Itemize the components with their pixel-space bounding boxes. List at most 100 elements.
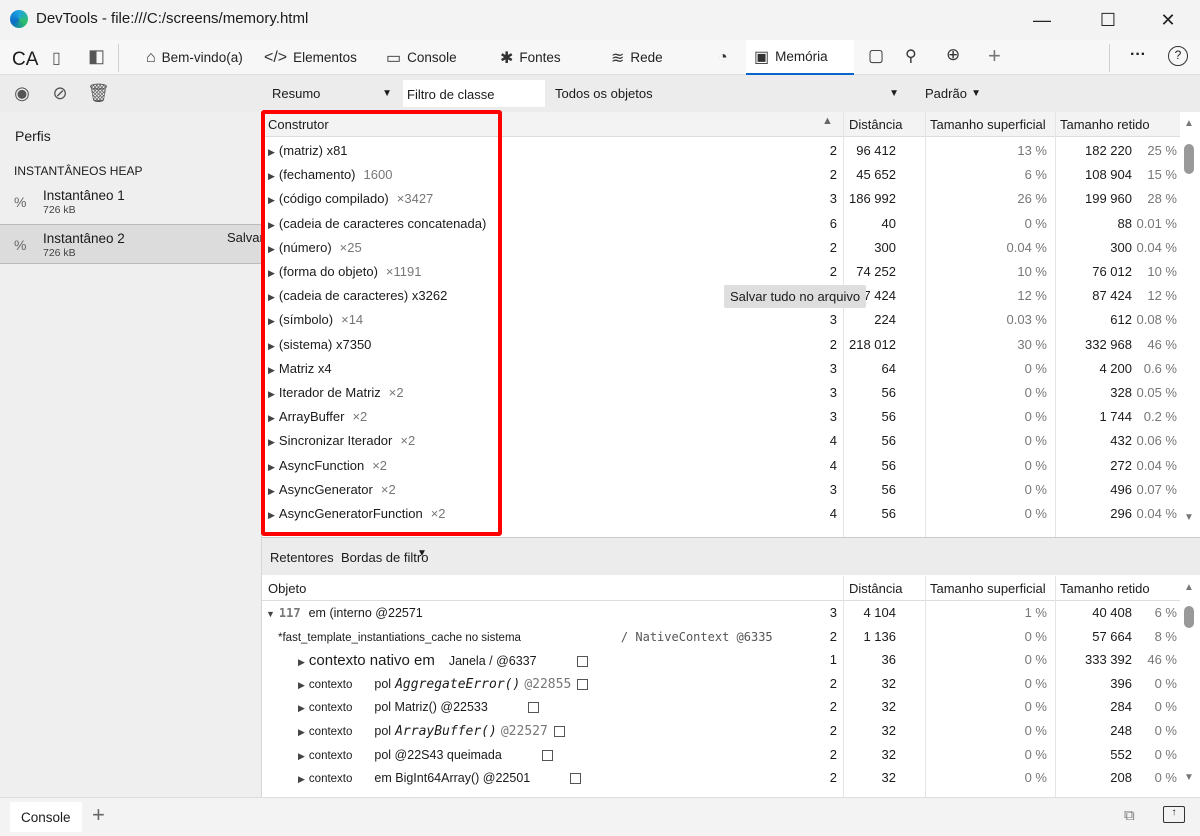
retainer-row[interactable]: *fast_template_instantiations_cache no s… xyxy=(262,625,1180,649)
header-retained-size[interactable]: Tamanho retido xyxy=(1060,117,1150,132)
device-emulation-icon[interactable]: ▯ xyxy=(52,48,61,68)
add-tab-button[interactable]: + xyxy=(988,43,1001,69)
shallow-percent-cell: 0 % xyxy=(1024,770,1047,786)
retainer-text: *fast_template_instantiations_cache no s… xyxy=(278,631,521,644)
add-drawer-tab-button[interactable]: + xyxy=(92,802,105,828)
retained-percent-cell: 0.01 % xyxy=(1136,215,1177,231)
scrollbar[interactable]: ▲ ▼ xyxy=(1180,112,1200,537)
dock-side-icon[interactable]: ◧ xyxy=(88,46,105,67)
tab-bem-vindo(a)[interactable]: ⌂ Bem-vindo(a) xyxy=(138,40,248,75)
retained-percent-cell: 0 % xyxy=(1154,675,1177,691)
tab-console[interactable]: ▭ Console xyxy=(378,40,478,75)
tab-retainers[interactable]: Retentores xyxy=(270,550,334,565)
expand-arrow-icon[interactable]: ▶ xyxy=(298,703,305,713)
grouping-select[interactable]: Padrão ▼ xyxy=(917,80,989,107)
retained-percent-cell: 0 % xyxy=(1154,746,1177,762)
edge-logo-icon xyxy=(10,10,28,28)
shallow-percent-cell: 0 % xyxy=(1024,675,1047,691)
filter-edges-select[interactable]: Bordas de filtro xyxy=(341,550,428,565)
shallow-size-cell: 32 xyxy=(881,746,896,762)
retainer-row[interactable]: ▶ contexto nativo em Janela / @6337 1 36 0 % 3… xyxy=(262,648,1180,672)
scroll-up-icon[interactable]: ▲ xyxy=(1184,118,1194,129)
application-icon[interactable]: ▢ xyxy=(868,46,884,66)
plug-icon[interactable]: ⚲ xyxy=(905,46,917,66)
scroll-thumb[interactable] xyxy=(1184,606,1194,628)
class-filter-input[interactable]: Filtro de classe xyxy=(403,80,545,107)
tab-memória[interactable]: ▣ Memória xyxy=(746,40,854,75)
snapshot-item-selected[interactable]: % Instantâneo 2 726 kB Salvar xyxy=(0,224,264,264)
tab-fontes[interactable]: ✱ Fontes xyxy=(492,40,582,75)
distance-cell: 3 xyxy=(829,409,837,425)
snapshot-file-icon: % xyxy=(14,237,27,253)
save-snapshot-button[interactable]: Salvar xyxy=(227,230,264,245)
scroll-thumb[interactable] xyxy=(1184,144,1194,174)
close-button[interactable]: ✕ xyxy=(1156,8,1180,32)
save-all-to-file-button[interactable]: Salvar tudo no arquivo xyxy=(724,285,867,308)
header-distance[interactable]: Distância xyxy=(849,117,902,132)
view-select[interactable]: Resumo ▼ xyxy=(264,80,400,107)
shallow-percent-cell: 0 % xyxy=(1024,409,1047,425)
reveal-checkbox[interactable] xyxy=(553,726,565,738)
header-retained-size[interactable]: Tamanho retido xyxy=(1060,581,1150,596)
shallow-size-cell: 1 136 xyxy=(863,628,896,644)
retained-size-cell: 1 744 xyxy=(1099,409,1132,425)
tab-performance[interactable]: ◔ xyxy=(710,40,740,75)
reveal-checkbox[interactable] xyxy=(527,702,539,714)
trash-icon[interactable]: 🗑 xyxy=(87,83,110,103)
retainer-row[interactable]: ▶ contexto em BigInt64Array() @22501 2 32 0 %… xyxy=(262,766,1180,790)
shallow-size-cell: 186 992 xyxy=(849,191,896,207)
tab-elementos[interactable]: </> Elementos xyxy=(256,40,357,75)
expand-arrow-icon[interactable]: ▶ xyxy=(298,657,305,667)
header-shallow-size[interactable]: Tamanho superficial xyxy=(930,581,1046,596)
chevron-down-icon: ▼ xyxy=(417,548,427,559)
scroll-down-icon[interactable]: ▼ xyxy=(1184,772,1194,783)
retained-size-cell: 108 904 xyxy=(1085,167,1132,183)
distance-cell: 4 xyxy=(829,506,837,521)
reveal-checkbox[interactable] xyxy=(576,656,588,668)
retained-size-cell: 332 968 xyxy=(1085,336,1132,352)
distance-cell: 3 xyxy=(829,360,837,376)
shallow-size-cell: 56 xyxy=(881,433,896,449)
objects-select[interactable]: Todos os objetos ▼ xyxy=(547,80,907,107)
grouping-select-value: Padrão xyxy=(925,86,967,101)
header-object[interactable]: Objeto xyxy=(268,581,306,596)
header-distance[interactable]: Distância xyxy=(849,581,902,596)
clear-icon[interactable]: ⊘ xyxy=(50,83,70,103)
retainer-row[interactable]: ▶ contexto pol AggregateError() @22855 2 32 0 %… xyxy=(262,672,1180,696)
expand-arrow-icon[interactable]: ▶ xyxy=(298,680,305,690)
retainer-row[interactable]: ▼ 117 em (interno @22571 3 4 104 1 % 40 408 6 % xyxy=(262,601,1180,625)
header-shallow-size[interactable]: Tamanho superficial xyxy=(930,117,1046,132)
reveal-checkbox[interactable] xyxy=(570,773,582,785)
expand-arrow-icon[interactable]: ▶ xyxy=(298,727,305,737)
retainer-row[interactable]: ▶ contexto pol @22S43 queimada 2 32 0 % 552 0 % xyxy=(262,743,1180,767)
distance-cell: 2 xyxy=(829,770,837,786)
profiles-sidebar: Perfis INSTANTÂNEOS HEAP % Instantâneo 1… xyxy=(0,112,264,797)
expand-arrow-icon[interactable]: ▶ xyxy=(298,774,305,784)
minimize-button[interactable]: — xyxy=(1030,8,1054,32)
reveal-checkbox[interactable] xyxy=(577,678,589,690)
dock-drawer-icon[interactable]: ⧉ xyxy=(1124,807,1135,824)
more-menu-button[interactable]: ··· xyxy=(1130,46,1146,64)
retained-size-cell: 208 xyxy=(1110,770,1132,786)
ca-label[interactable]: CA xyxy=(12,49,38,71)
snapshot-item[interactable]: % Instantâneo 1 726 kB xyxy=(0,182,262,222)
globe-icon[interactable]: ⊕ xyxy=(946,45,960,65)
reveal-checkbox[interactable] xyxy=(541,749,553,761)
retainer-row[interactable]: ▶ contexto pol ArrayBuffer() @22527 2 32 0 % 248… xyxy=(262,719,1180,743)
record-icon[interactable]: ◉ xyxy=(12,83,32,103)
shallow-size-cell: 36 xyxy=(881,652,896,668)
maximize-button[interactable]: ☐ xyxy=(1096,8,1120,32)
scrollbar[interactable]: ▲ ▼ xyxy=(1180,576,1200,797)
scroll-up-icon[interactable]: ▲ xyxy=(1184,582,1194,593)
help-button[interactable]: ? xyxy=(1168,46,1188,66)
expand-arrow-icon[interactable]: ▼ xyxy=(266,609,275,619)
sort-ascending-icon[interactable]: ▲ xyxy=(822,115,833,127)
drawer-tab-console[interactable]: Console xyxy=(10,802,82,832)
expand-arrow-icon[interactable]: ▶ xyxy=(298,751,305,761)
retained-size-cell: 4 200 xyxy=(1099,360,1132,376)
tab-rede[interactable]: ≋ Rede xyxy=(603,40,673,75)
scroll-down-icon[interactable]: ▼ xyxy=(1184,512,1194,523)
retainer-edge-name: contexto xyxy=(308,773,353,786)
collapse-drawer-icon[interactable]: ↑ xyxy=(1163,806,1185,823)
retainer-row[interactable]: ▶ contexto pol Matriz() @22533 2 32 0 % 284 0 % xyxy=(262,695,1180,719)
